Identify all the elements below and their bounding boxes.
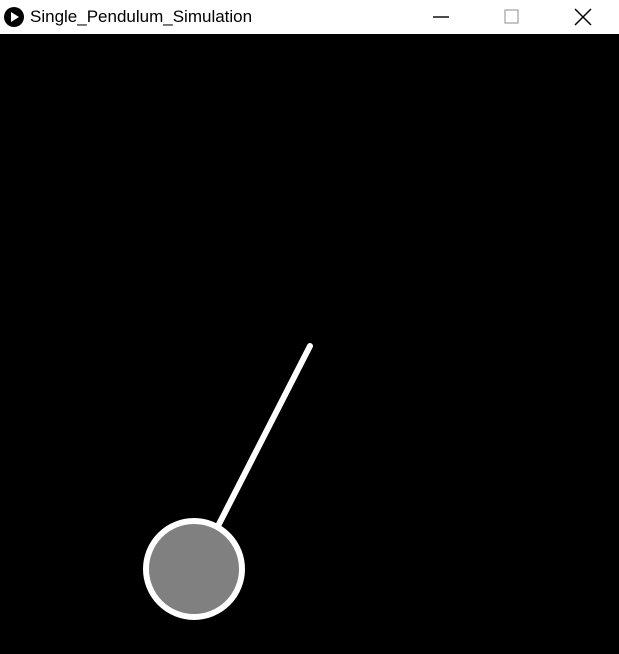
- title-bar[interactable]: Single_Pendulum_Simulation: [0, 0, 619, 34]
- minimize-button[interactable]: [418, 0, 464, 34]
- window-title: Single_Pendulum_Simulation: [30, 7, 253, 26]
- close-button[interactable]: [560, 0, 606, 34]
- app-window: Single_Pendulum_Simulation: [0, 0, 619, 654]
- close-icon: [574, 8, 592, 26]
- pendulum-bob: [143, 518, 245, 620]
- pendulum-rod: [214, 343, 313, 531]
- maximize-icon: [504, 9, 519, 24]
- minimize-icon: [433, 16, 449, 18]
- pendulum-drawing: [143, 343, 313, 620]
- simulation-canvas[interactable]: [0, 34, 619, 654]
- maximize-button[interactable]: [489, 0, 535, 34]
- processing-play-icon: [4, 7, 24, 27]
